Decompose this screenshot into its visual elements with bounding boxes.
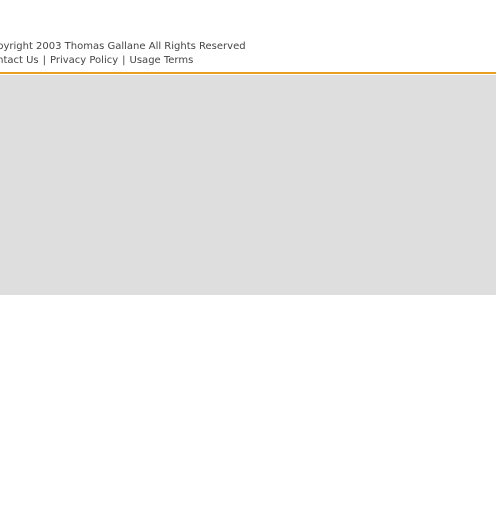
contact-us-link[interactable]: Contact Us xyxy=(0,55,39,66)
footer-links: Contact Us|Privacy Policy|Usage Terms xyxy=(0,54,246,68)
copyright-notice: Copyright 2003 Thomas Gallane All Rights… xyxy=(0,41,246,52)
footer-divider xyxy=(0,72,496,74)
privacy-policy-link[interactable]: Privacy Policy xyxy=(50,55,118,66)
page: Copyright 2003 Thomas Gallane All Rights… xyxy=(0,0,496,505)
site-footer: Copyright 2003 Thomas Gallane All Rights… xyxy=(0,40,246,68)
usage-terms-link[interactable]: Usage Terms xyxy=(130,55,194,66)
link-separator: | xyxy=(122,55,126,66)
content-panel xyxy=(0,75,496,295)
link-separator: | xyxy=(42,55,46,66)
